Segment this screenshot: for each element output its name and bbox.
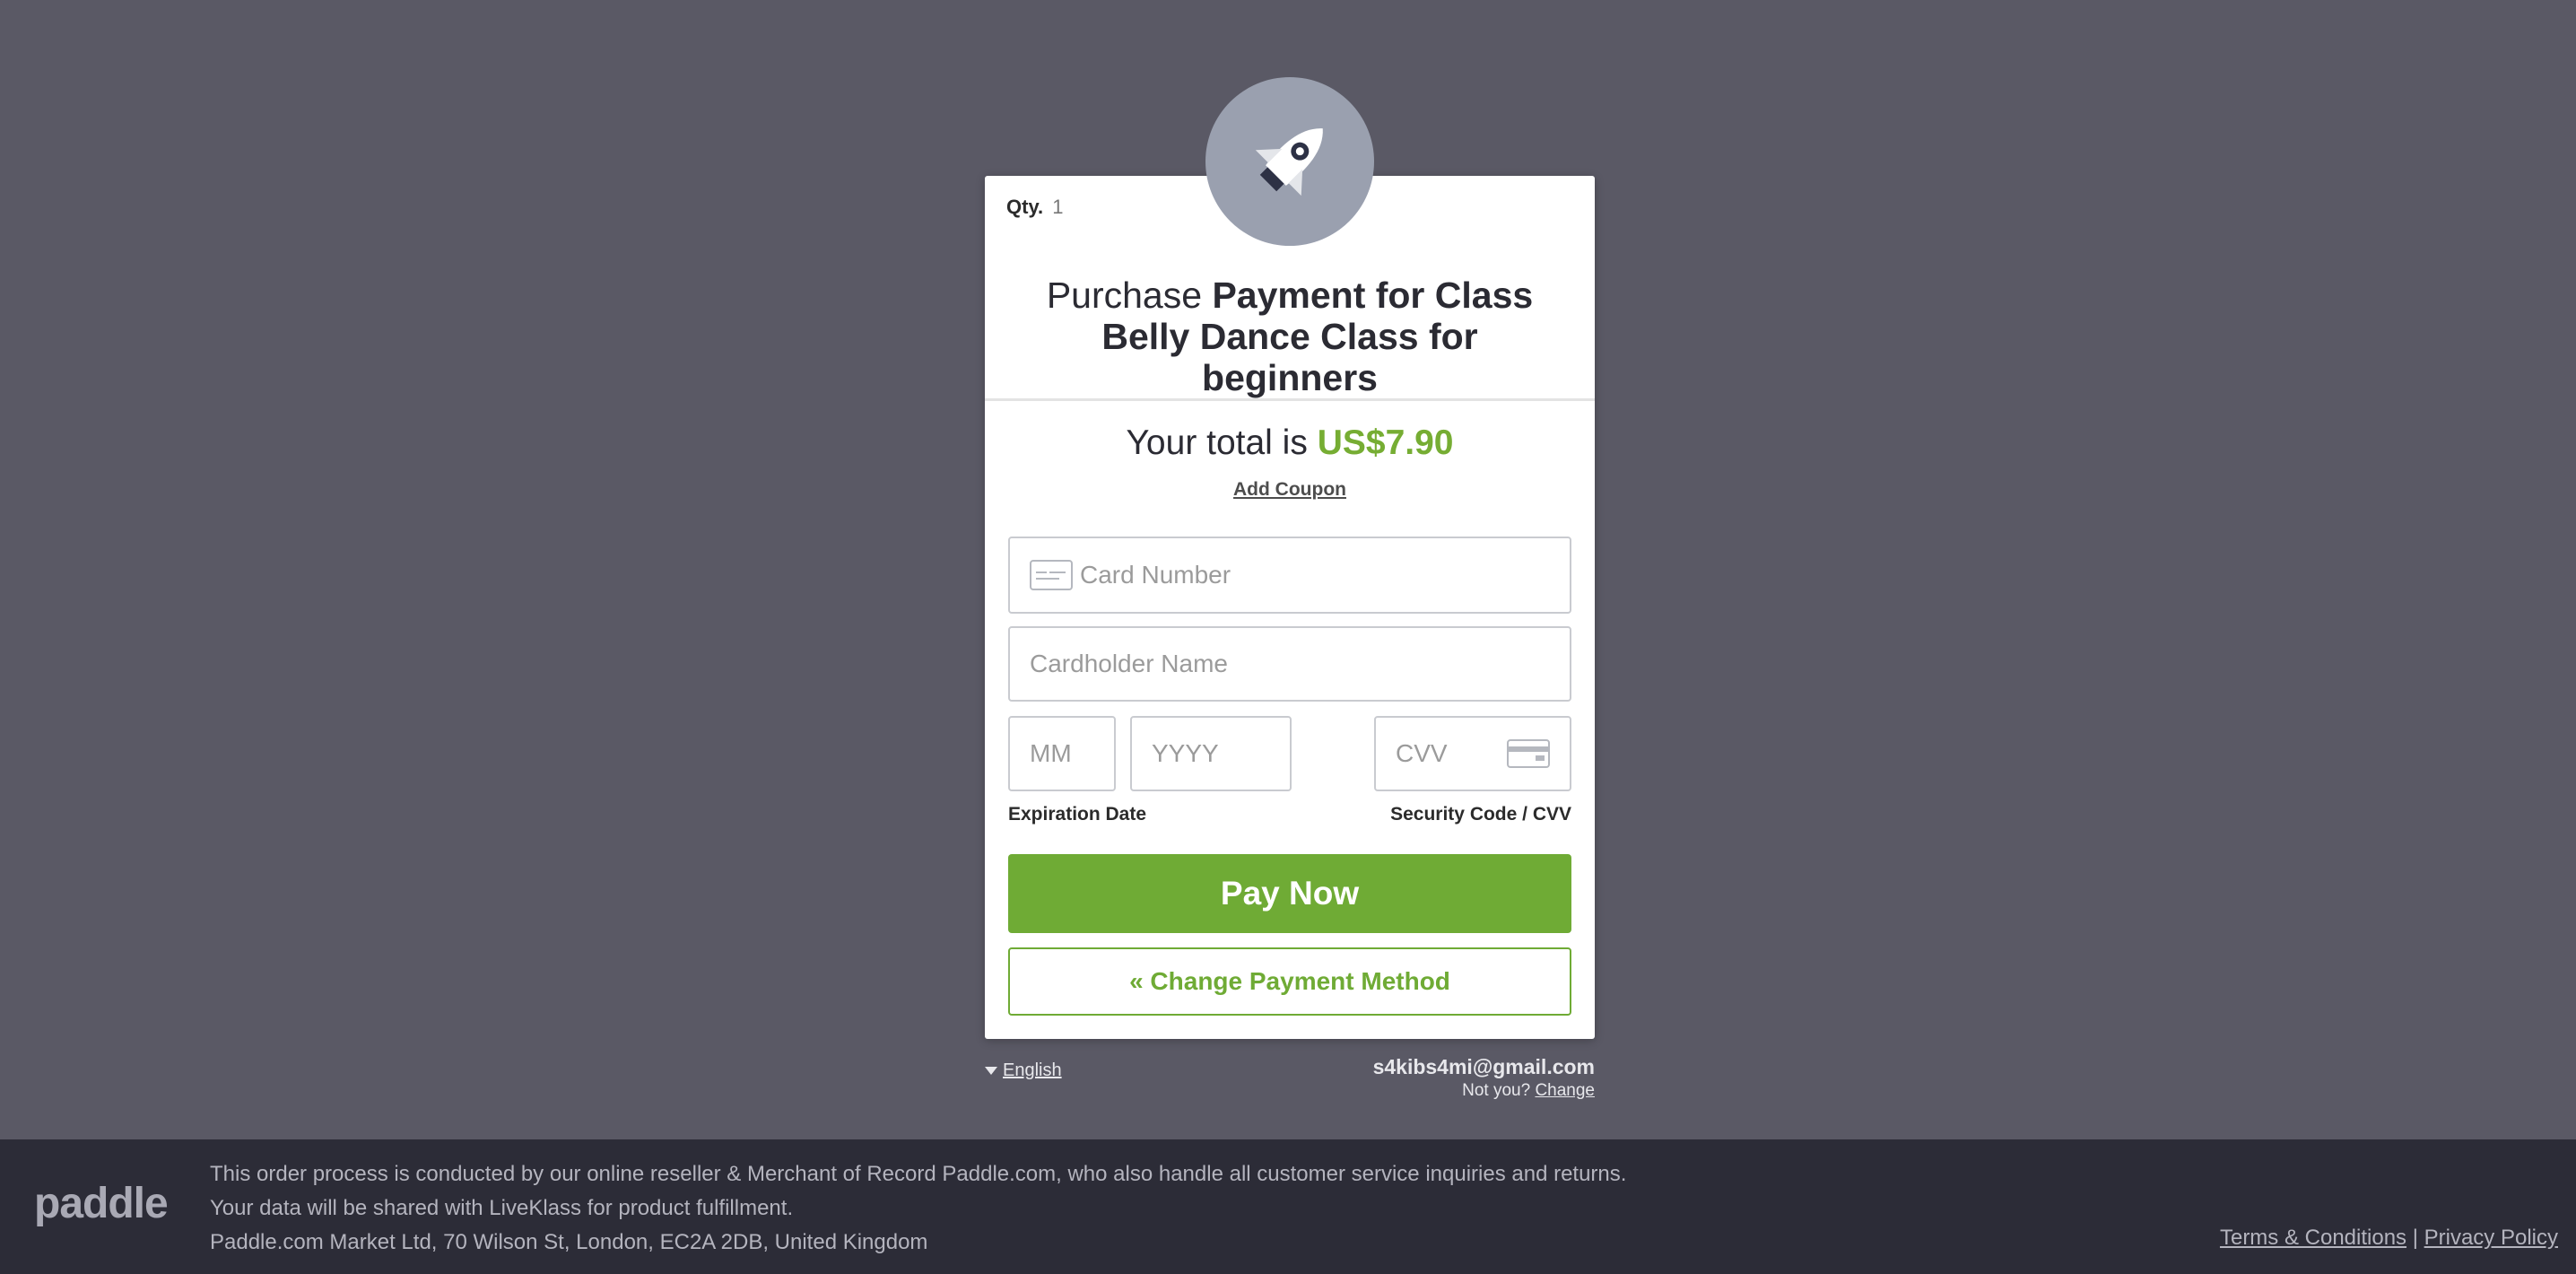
add-coupon-link[interactable]: Add Coupon (985, 479, 1595, 501)
language-label[interactable]: English (1003, 1060, 1062, 1081)
title-prefix: Purchase (1046, 275, 1203, 316)
divider (985, 398, 1595, 401)
card-number-field[interactable] (1008, 537, 1571, 614)
expiration-date-label: Expiration Date (1008, 804, 1147, 825)
total-label: Your total is (1126, 423, 1308, 462)
qty-value: 1 (1052, 196, 1064, 218)
not-you-text: Not you? (1462, 1081, 1531, 1100)
language-selector[interactable]: English (985, 1060, 1062, 1081)
product-logo (1205, 77, 1374, 246)
user-email: s4kibs4mi@gmail.com (1372, 1055, 1595, 1078)
caret-down-icon (985, 1067, 997, 1075)
change-user-link[interactable]: Change (1535, 1081, 1595, 1100)
footer-links: Terms & Conditions | Privacy Policy (2220, 1226, 2558, 1251)
footer: paddle This order process is conducted b… (0, 1139, 2576, 1274)
not-you-line: Not you? Change (1373, 1081, 1595, 1101)
cvv-input[interactable] (1376, 718, 1507, 790)
qty-label: Qty. (1006, 196, 1044, 218)
card-back-icon (1507, 739, 1550, 768)
footer-text: This order process is conducted by our o… (210, 1157, 1626, 1260)
rocket-icon (1255, 128, 1323, 196)
cardholder-name-input[interactable] (1010, 628, 1570, 700)
total-amount: US$7.90 (1317, 423, 1454, 462)
expiry-year-input[interactable] (1132, 718, 1290, 790)
pay-now-button[interactable]: Pay Now (1008, 854, 1571, 933)
cardholder-name-field[interactable] (1008, 626, 1571, 702)
total-line: Your total is US$7.90 (985, 423, 1595, 463)
checkout-card: Qty. 1 Purchase Payment for Class Belly … (985, 176, 1595, 1039)
card-number-input[interactable] (1073, 538, 1570, 612)
footer-separator: | (2412, 1226, 2418, 1250)
footer-line-merchant: This order process is conducted by our o… (210, 1162, 1627, 1186)
expiry-year-field[interactable] (1130, 716, 1292, 791)
security-code-label: Security Code / CVV (1390, 804, 1571, 825)
privacy-link[interactable]: Privacy Policy (2424, 1226, 2558, 1250)
user-info: s4kibs4mi@gmail.com Not you? Change (1373, 1055, 1595, 1101)
expiry-month-field[interactable] (1008, 716, 1116, 791)
footer-line-address: Paddle.com Market Ltd, 70 Wilson St, Lon… (210, 1230, 928, 1254)
quantity: Qty. 1 (1006, 196, 1064, 219)
cvv-field[interactable] (1374, 716, 1571, 791)
terms-link[interactable]: Terms & Conditions (2220, 1226, 2406, 1250)
purchase-title: Purchase Payment for Class Belly Dance C… (1021, 275, 1559, 398)
paddle-logo: paddle (34, 1180, 169, 1227)
change-payment-method-button[interactable]: « Change Payment Method (1008, 947, 1571, 1016)
expiry-month-input[interactable] (1010, 718, 1114, 790)
credit-card-icon (1030, 560, 1073, 590)
footer-line-data-sharing: Your data will be shared with LiveKlass … (210, 1196, 794, 1220)
